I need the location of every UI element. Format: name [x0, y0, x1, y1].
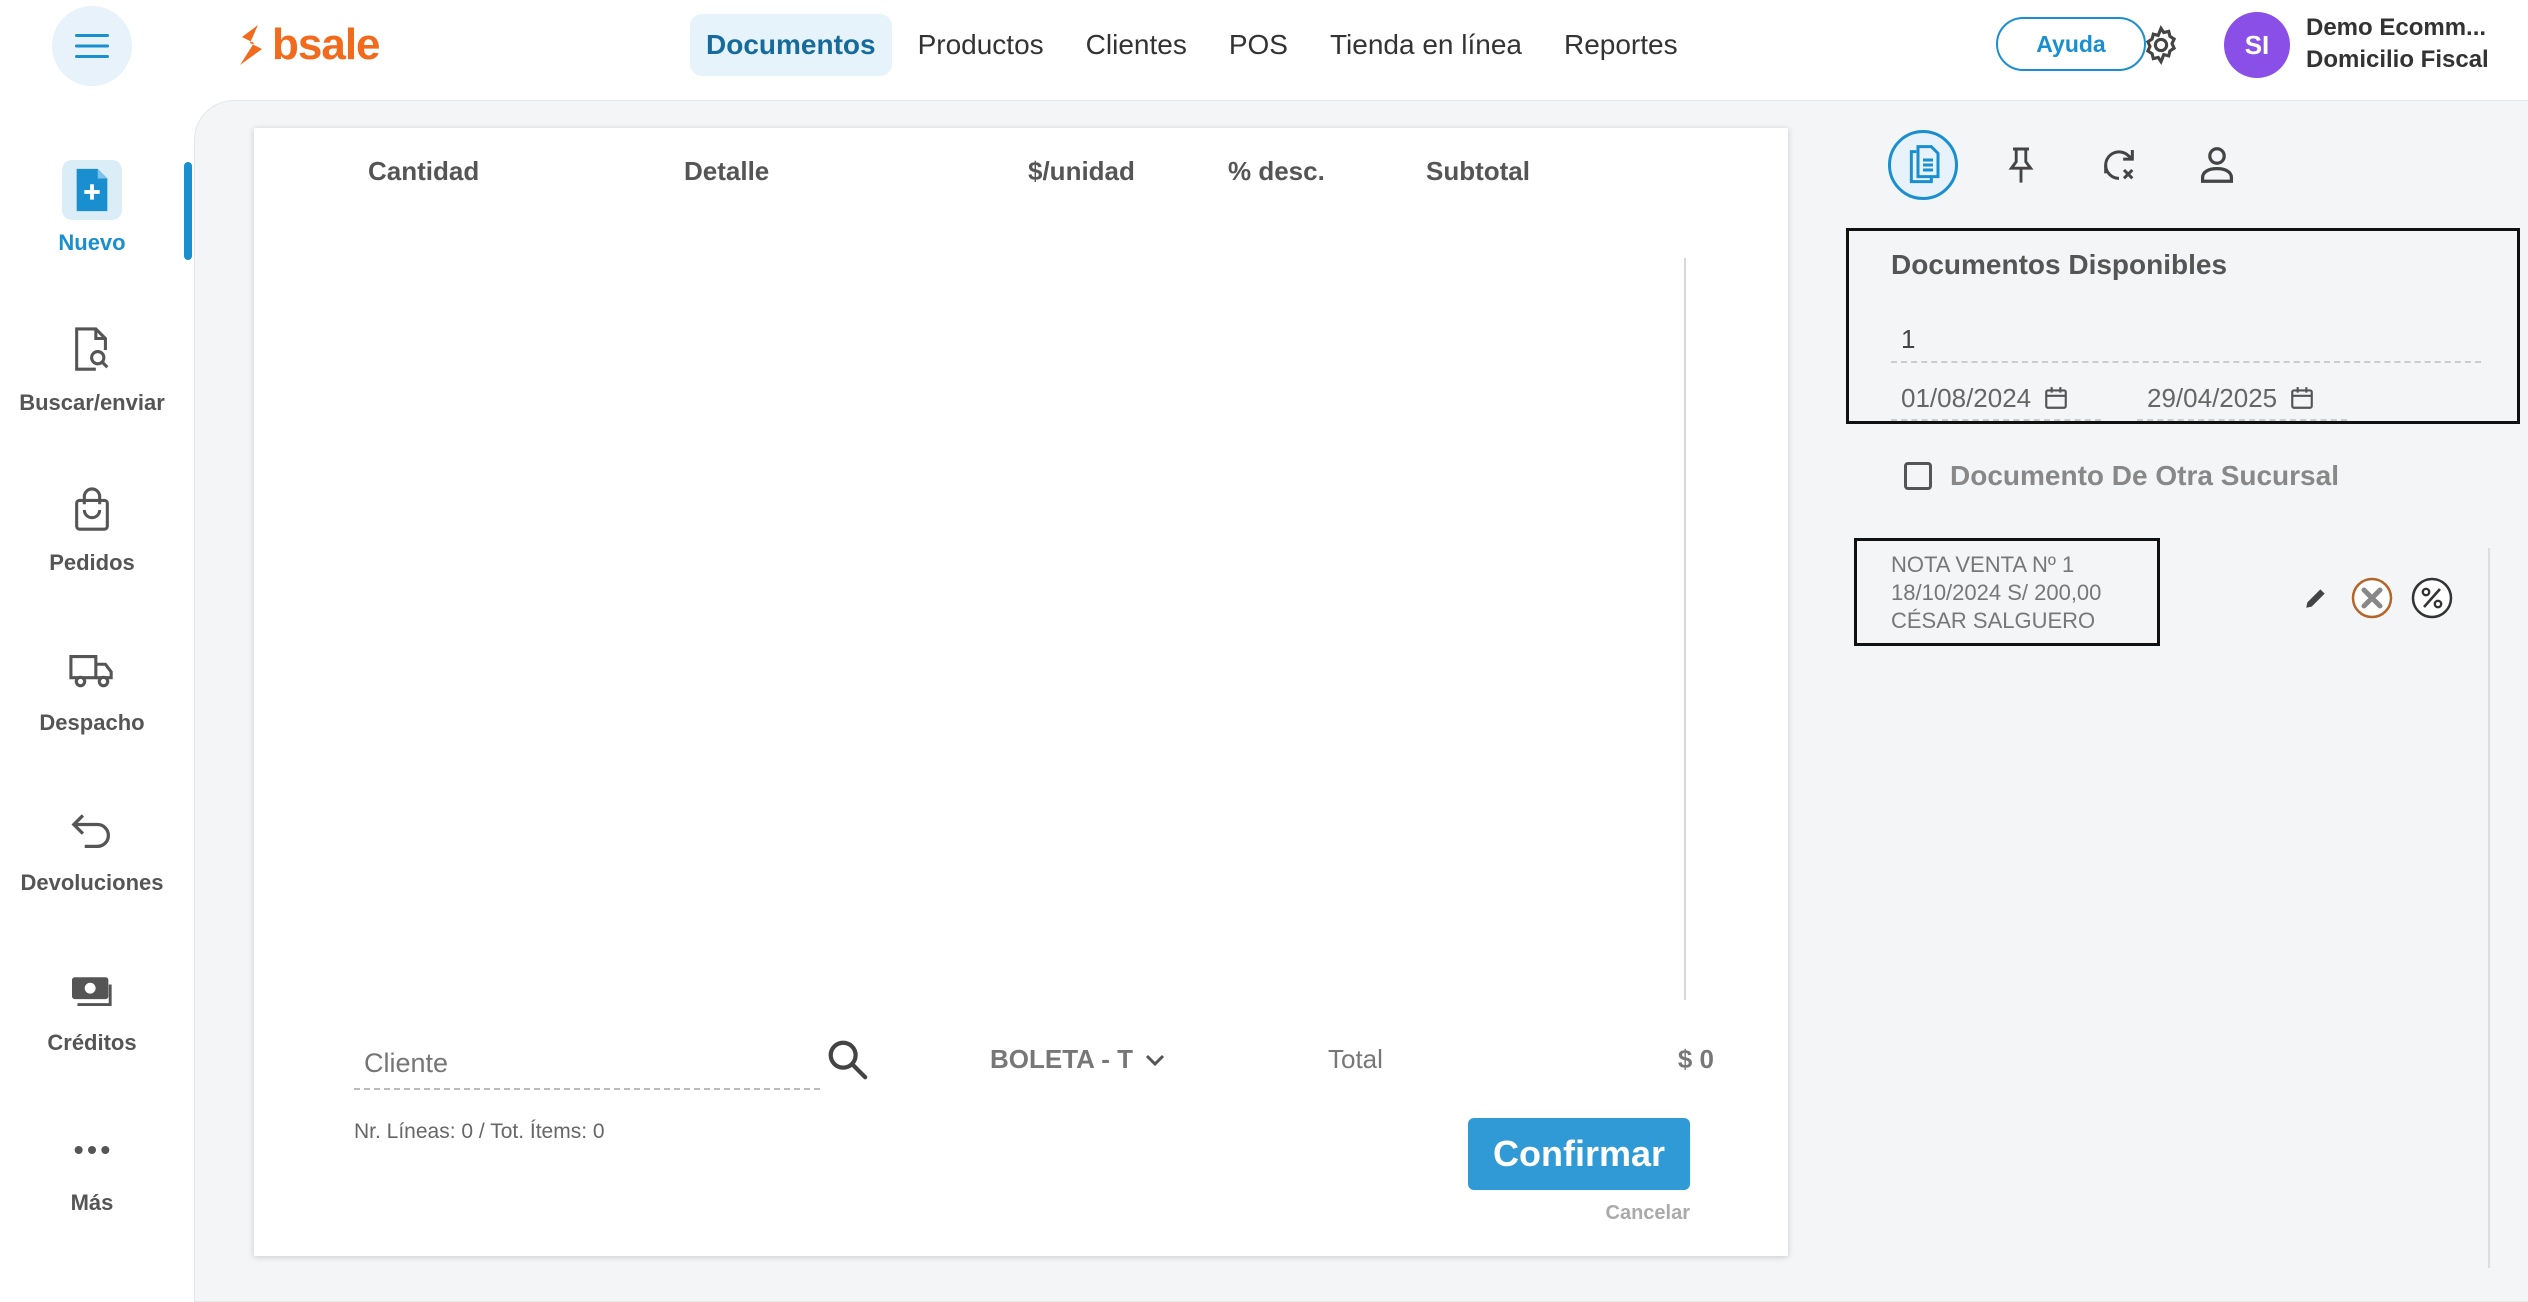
- logo-text: bsale: [272, 20, 381, 69]
- hamburger-icon: [75, 34, 109, 58]
- doc-card-client: CÉSAR SALGUERO: [1891, 608, 2096, 633]
- sidebar-item-creditos[interactable]: Créditos: [0, 960, 184, 1070]
- pencil-icon: [2306, 589, 2325, 608]
- nav-clientes[interactable]: Clientes: [1070, 14, 1203, 76]
- document-type-select[interactable]: BOLETA - T: [990, 1044, 1167, 1075]
- remove-document-button[interactable]: [2350, 576, 2394, 620]
- truck-icon: [69, 655, 113, 688]
- sidebar-item-label: Más: [70, 1190, 114, 1215]
- new-document-icon: [76, 168, 108, 212]
- document-list-icon: [1909, 145, 1940, 184]
- document-type-value: BOLETA - T: [990, 1044, 1133, 1074]
- document-panel: Cantidad Detalle $/unidad % desc. Subtot…: [254, 128, 1788, 1256]
- cash-icon: [72, 977, 112, 1006]
- close-circle-icon: [2351, 577, 2393, 619]
- main-nav: Documentos Productos Clientes POS Tienda…: [690, 14, 1734, 76]
- column-header-precio-unidad: $/unidad: [1028, 156, 1135, 186]
- nav-tienda-en-linea[interactable]: Tienda en línea: [1314, 14, 1538, 76]
- user-icon: [2200, 147, 2234, 183]
- tool-pin[interactable]: [1986, 130, 2056, 200]
- cancel-link[interactable]: Cancelar: [1574, 1202, 1691, 1225]
- sidebar-item-nuevo[interactable]: Nuevo: [0, 160, 184, 270]
- items-scrollbar-track[interactable]: [1684, 258, 1686, 1000]
- date-from-value: 01/08/2024: [1901, 382, 2032, 413]
- sidebar-active-marker: [184, 162, 192, 260]
- shopping-bag-icon: [75, 487, 109, 531]
- calendar-icon[interactable]: [2289, 385, 2315, 411]
- search-document-icon: [75, 327, 109, 371]
- help-button[interactable]: Ayuda: [1996, 17, 2146, 71]
- account-name: Demo Ecomm...: [2306, 14, 2487, 41]
- chevron-down-icon: [1145, 1054, 1165, 1066]
- total-label: Total: [1328, 1044, 1383, 1074]
- available-documents-title: Documentos Disponibles: [1891, 249, 2228, 280]
- document-search-input[interactable]: [1891, 317, 2481, 361]
- sidebar-item-label: Nuevo: [58, 230, 126, 255]
- tool-available-documents[interactable]: [1888, 130, 1958, 200]
- client-search-button[interactable]: [824, 1036, 870, 1082]
- lines-info: Nr. Líneas: 0 / Tot. Ítems: 0: [354, 1120, 605, 1143]
- return-arrow-icon: [71, 814, 110, 848]
- column-header-cantidad: Cantidad: [368, 156, 480, 186]
- account-subtitle: Domicilio Fiscal: [2306, 46, 2489, 73]
- available-documents-box: Documentos Disponibles 01/08/2024 29/04/…: [1846, 228, 2520, 424]
- sidebar-item-despacho[interactable]: Despacho: [0, 640, 184, 750]
- sync-cancel-icon: [2104, 150, 2134, 180]
- right-scrollbar-track[interactable]: [2488, 548, 2490, 1268]
- bsale-mark-icon: [240, 25, 262, 65]
- other-branch-checkbox[interactable]: [1904, 462, 1932, 490]
- sidebar-item-label: Despacho: [39, 710, 145, 735]
- date-from-field[interactable]: 01/08/2024: [1891, 377, 2101, 421]
- client-field[interactable]: [354, 1038, 820, 1090]
- total-value: $ 0: [1677, 1044, 1714, 1074]
- sidebar-item-mas[interactable]: Más: [0, 1120, 184, 1230]
- sidebar-item-devoluciones[interactable]: Devoluciones: [0, 800, 184, 910]
- sidebar-item-pedidos[interactable]: Pedidos: [0, 480, 184, 590]
- hamburger-menu-button[interactable]: [52, 6, 132, 86]
- top-bar: bsale Documentos Productos Clientes POS …: [0, 0, 2528, 96]
- doc-card-date-amount: 18/10/2024 S/ 200,00: [1891, 580, 2102, 605]
- nav-documentos[interactable]: Documentos: [690, 14, 892, 76]
- sidebar-item-label: Créditos: [47, 1030, 137, 1055]
- confirm-button[interactable]: Confirmar: [1468, 1118, 1690, 1190]
- edit-document-button[interactable]: [2298, 580, 2334, 616]
- pin-icon: [2008, 147, 2034, 183]
- bsale-logo[interactable]: bsale: [236, 20, 381, 69]
- date-to-value: 29/04/2025: [2147, 382, 2278, 413]
- column-header-subtotal: Subtotal: [1426, 156, 1530, 186]
- discount-document-button[interactable]: [2410, 576, 2454, 620]
- percent-icon: [2411, 577, 2453, 619]
- settings-button[interactable]: [2136, 20, 2186, 70]
- date-to-field[interactable]: 29/04/2025: [2137, 377, 2347, 421]
- nav-pos[interactable]: POS: [1213, 14, 1304, 76]
- account-info[interactable]: Demo Ecomm... Domicilio Fiscal: [2306, 12, 2516, 76]
- nav-reportes[interactable]: Reportes: [1548, 14, 1694, 76]
- sidebar-item-label: Pedidos: [49, 550, 135, 575]
- sidebar-item-label: Buscar/enviar: [19, 390, 165, 415]
- column-header-detalle: Detalle: [684, 156, 770, 186]
- tool-user[interactable]: [2182, 130, 2252, 200]
- other-branch-option[interactable]: Documento De Otra Sucursal: [1904, 460, 2339, 492]
- tool-sync-cancel[interactable]: [2084, 130, 2154, 200]
- client-input[interactable]: [354, 1038, 820, 1088]
- search-icon: [828, 1040, 868, 1080]
- sidebar-item-label: Devoluciones: [20, 870, 164, 895]
- doc-card-title: NOTA VENTA Nº 1: [1891, 552, 2075, 577]
- calendar-icon[interactable]: [2043, 385, 2069, 411]
- gear-icon: [2145, 25, 2177, 65]
- available-document-card[interactable]: NOTA VENTA Nº 1 18/10/2024 S/ 200,00 CÉS…: [1854, 538, 2160, 646]
- more-dots-icon: [74, 1146, 110, 1154]
- nav-productos[interactable]: Productos: [902, 14, 1060, 76]
- user-avatar[interactable]: SI: [2224, 12, 2290, 78]
- column-header-descuento: % desc.: [1228, 156, 1325, 186]
- other-branch-label: Documento De Otra Sucursal: [1950, 460, 2339, 491]
- sidebar-item-buscar-enviar[interactable]: Buscar/enviar: [0, 320, 184, 430]
- document-search-field[interactable]: [1891, 317, 2481, 363]
